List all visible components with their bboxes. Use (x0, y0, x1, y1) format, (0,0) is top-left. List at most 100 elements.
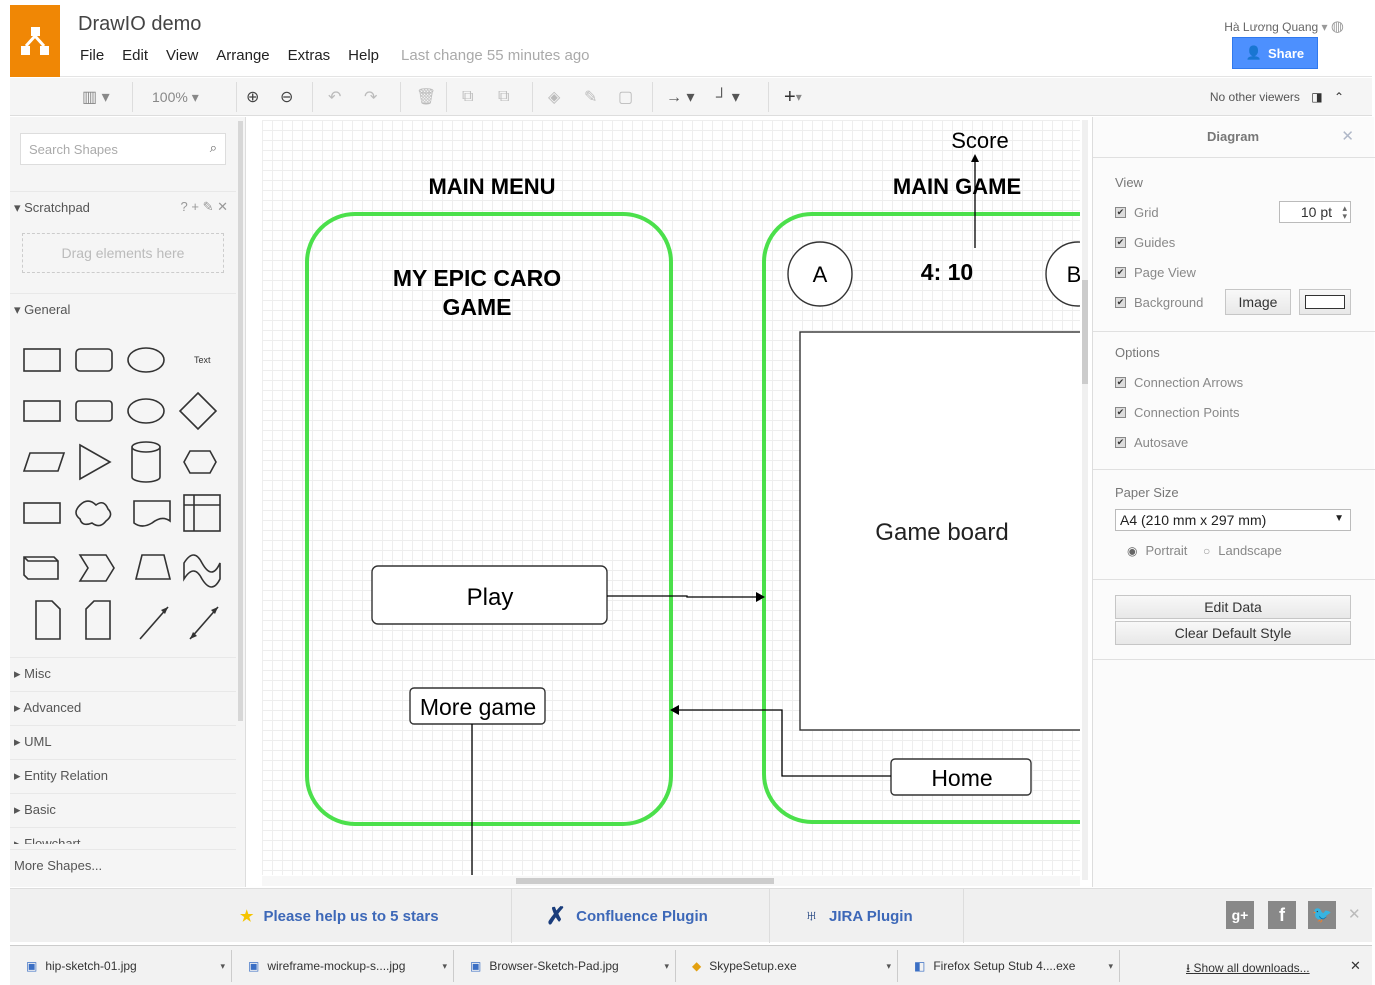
more-game-button-shape[interactable]: More game (409, 687, 546, 725)
show-all-downloads-link[interactable]: ⭳ Show all downloads... (1186, 959, 1310, 980)
landscape-radio[interactable]: ○ Landscape (1203, 543, 1282, 558)
format-panel-toggle-icon[interactable]: ▥ ▾ (82, 86, 110, 108)
menu-view[interactable]: View (166, 47, 206, 64)
zoom-out-icon[interactable]: ⊖ (280, 86, 293, 108)
main-menu-label[interactable]: MAIN MENU (428, 174, 555, 199)
delete-icon[interactable]: 🗑 (416, 86, 436, 108)
section-flowchart[interactable]: ▸ Flowchart (10, 827, 236, 844)
menu-file[interactable]: File (80, 47, 112, 64)
section-misc[interactable]: ▸ Misc (10, 657, 236, 689)
chevron-down-icon[interactable]: ▾ (220, 961, 225, 972)
text-shape[interactable]: Text (194, 355, 211, 365)
fill-color-icon[interactable]: ◈ (548, 86, 560, 108)
vertical-scroll-thumb[interactable] (1082, 280, 1088, 384)
portrait-radio[interactable]: ◉ Portrait (1127, 543, 1187, 558)
search-shapes-input[interactable]: Search Shapes ⌕ (20, 133, 226, 165)
player-b-circle[interactable]: B (1045, 241, 1080, 307)
section-basic[interactable]: ▸ Basic (10, 793, 236, 825)
shape-palette[interactable]: Text (18, 335, 238, 645)
download-item[interactable]: ▣ hip-sketch-01.jpg ▾ (14, 950, 232, 982)
browser-downloads-bar: ▣ hip-sketch-01.jpg ▾ ▣ wireframe-mockup-s.… (10, 945, 1372, 985)
home-button-shape[interactable]: Home (890, 758, 1032, 796)
document-title[interactable]: DrawIO demo (78, 13, 201, 36)
redo-icon[interactable]: ↷ (364, 86, 377, 108)
jira-plugin-link[interactable]: ♅ JIRA Plugin (770, 889, 964, 943)
insert-plus-icon[interactable]: + ▾ (784, 86, 802, 108)
section-entity-relation[interactable]: ▸ Entity Relation (10, 759, 236, 791)
google-plus-icon[interactable]: g+ (1226, 901, 1254, 929)
section-scratchpad[interactable]: ▾ Scratchpad ? + ✎ ✕ (10, 191, 236, 223)
edit-data-button[interactable]: Edit Data (1115, 595, 1351, 619)
globe-icon[interactable]: ◍ (1331, 18, 1344, 35)
play-button-shape[interactable]: Play (371, 565, 608, 625)
chevron-down-icon[interactable]: ▾ (442, 961, 447, 972)
menu-extras[interactable]: Extras (288, 47, 339, 64)
rate-link[interactable]: ★ Please help us to 5 stars (220, 889, 512, 943)
menu-arrange[interactable]: Arrange (216, 47, 277, 64)
zoom-in-icon[interactable]: ⊕ (246, 86, 259, 108)
search-icon[interactable]: ⌕ (210, 140, 217, 156)
section-uml[interactable]: ▸ UML (10, 725, 236, 757)
guides-checkbox[interactable]: ✔ Guides (1115, 235, 1175, 250)
autosave-checkbox[interactable]: ✔ Autosave (1115, 435, 1188, 450)
connection-arrows-checkbox[interactable]: ✔ Connection Arrows (1115, 375, 1243, 390)
play-to-game-arrow[interactable] (607, 595, 758, 598)
connection-icon[interactable]: → ▾ (666, 86, 694, 108)
to-back-icon[interactable]: ⧉ (498, 86, 509, 108)
scratchpad-actions[interactable]: ? + ✎ ✕ (181, 199, 228, 215)
canvas-horizontal-scrollbar[interactable] (262, 876, 1080, 886)
game-title-line-2[interactable]: GAME (443, 294, 512, 320)
facebook-icon[interactable]: f (1268, 901, 1296, 929)
player-a-circle[interactable]: A (787, 241, 853, 307)
diagram-svg[interactable]: MAIN MENU MAIN GAME Score MY EPIC CARO G… (262, 120, 1080, 875)
background-checkbox[interactable]: ✔ Background (1115, 295, 1203, 310)
collapse-icon[interactable]: ⌃ (1334, 90, 1344, 104)
line-color-icon[interactable]: ✎ (584, 86, 597, 108)
download-item[interactable]: ◆ SkypeSetup.exe ▾ (680, 950, 898, 982)
sidebar-scrollbar[interactable] (238, 121, 243, 721)
to-front-icon[interactable]: ⧉ (462, 86, 473, 108)
game-title-line-1[interactable]: MY EPIC CARO (393, 265, 561, 291)
confluence-plugin-link[interactable]: ✗ Confluence Plugin (512, 889, 770, 943)
chevron-down-icon[interactable]: ▾ (886, 961, 891, 972)
panel-toggle-icon[interactable]: ◨ (1311, 90, 1322, 104)
menu-help[interactable]: Help (348, 47, 387, 64)
section-advanced[interactable]: ▸ Advanced (10, 691, 236, 723)
more-shapes-link[interactable]: More Shapes... (10, 849, 236, 881)
close-downloads-icon[interactable]: ✕ (1350, 958, 1361, 974)
chevron-down-icon[interactable]: ▾ (1108, 961, 1113, 972)
section-general[interactable]: ▾ General (10, 293, 236, 325)
spinner-icon[interactable]: ▴ ▾ (1342, 204, 1347, 221)
game-board-box[interactable]: Game board (799, 331, 1080, 731)
twitter-icon[interactable]: 🐦 (1308, 901, 1336, 929)
background-color-button[interactable] (1299, 289, 1351, 315)
zoom-select[interactable]: 100% ▾ (152, 86, 199, 108)
close-panel-icon[interactable]: ✕ (1341, 127, 1354, 145)
menu-edit[interactable]: Edit (122, 47, 156, 64)
download-item[interactable]: ◧ Firefox Setup Stub 4....exe ▾ (902, 950, 1120, 982)
user-menu[interactable]: Hà Lương Quang ▾ ◍ (1224, 17, 1344, 35)
diagram-canvas[interactable]: MAIN MENU MAIN GAME Score MY EPIC CARO G… (262, 120, 1080, 875)
download-item[interactable]: ▣ Browser-Sketch-Pad.jpg ▾ (458, 950, 676, 982)
chevron-down-icon[interactable]: ▾ (664, 961, 669, 972)
score-label[interactable]: Score (951, 128, 1008, 153)
close-footer-icon[interactable]: ✕ (1348, 905, 1361, 923)
horizontal-scroll-thumb[interactable] (516, 878, 774, 884)
score-value[interactable]: 4: 10 (921, 259, 973, 285)
scratchpad-dropzone[interactable]: Drag elements here (22, 233, 224, 273)
grid-checkbox[interactable]: ✔ Grid (1115, 205, 1159, 220)
grid-size-input[interactable]: 10 pt ▴ ▾ (1279, 201, 1351, 223)
download-item[interactable]: ▣ wireframe-mockup-s....jpg ▾ (236, 950, 454, 982)
drawio-logo[interactable] (10, 5, 60, 77)
main-game-label[interactable]: MAIN GAME (893, 174, 1021, 199)
clear-default-style-button[interactable]: Clear Default Style (1115, 621, 1351, 645)
image-button[interactable]: Image (1225, 289, 1291, 315)
page-view-checkbox[interactable]: ✔ Page View (1115, 265, 1196, 280)
undo-icon[interactable]: ↶ (328, 86, 341, 108)
share-button[interactable]: 👤 Share (1232, 37, 1318, 69)
shadow-icon[interactable]: ▢ (618, 86, 633, 108)
connection-points-checkbox[interactable]: ✔ Connection Points (1115, 405, 1240, 420)
paper-size-select[interactable]: A4 (210 mm x 297 mm) ▼ (1115, 509, 1351, 531)
canvas-vertical-scrollbar[interactable] (1082, 120, 1088, 880)
waypoints-icon[interactable]: ┘ ▾ (716, 86, 740, 108)
